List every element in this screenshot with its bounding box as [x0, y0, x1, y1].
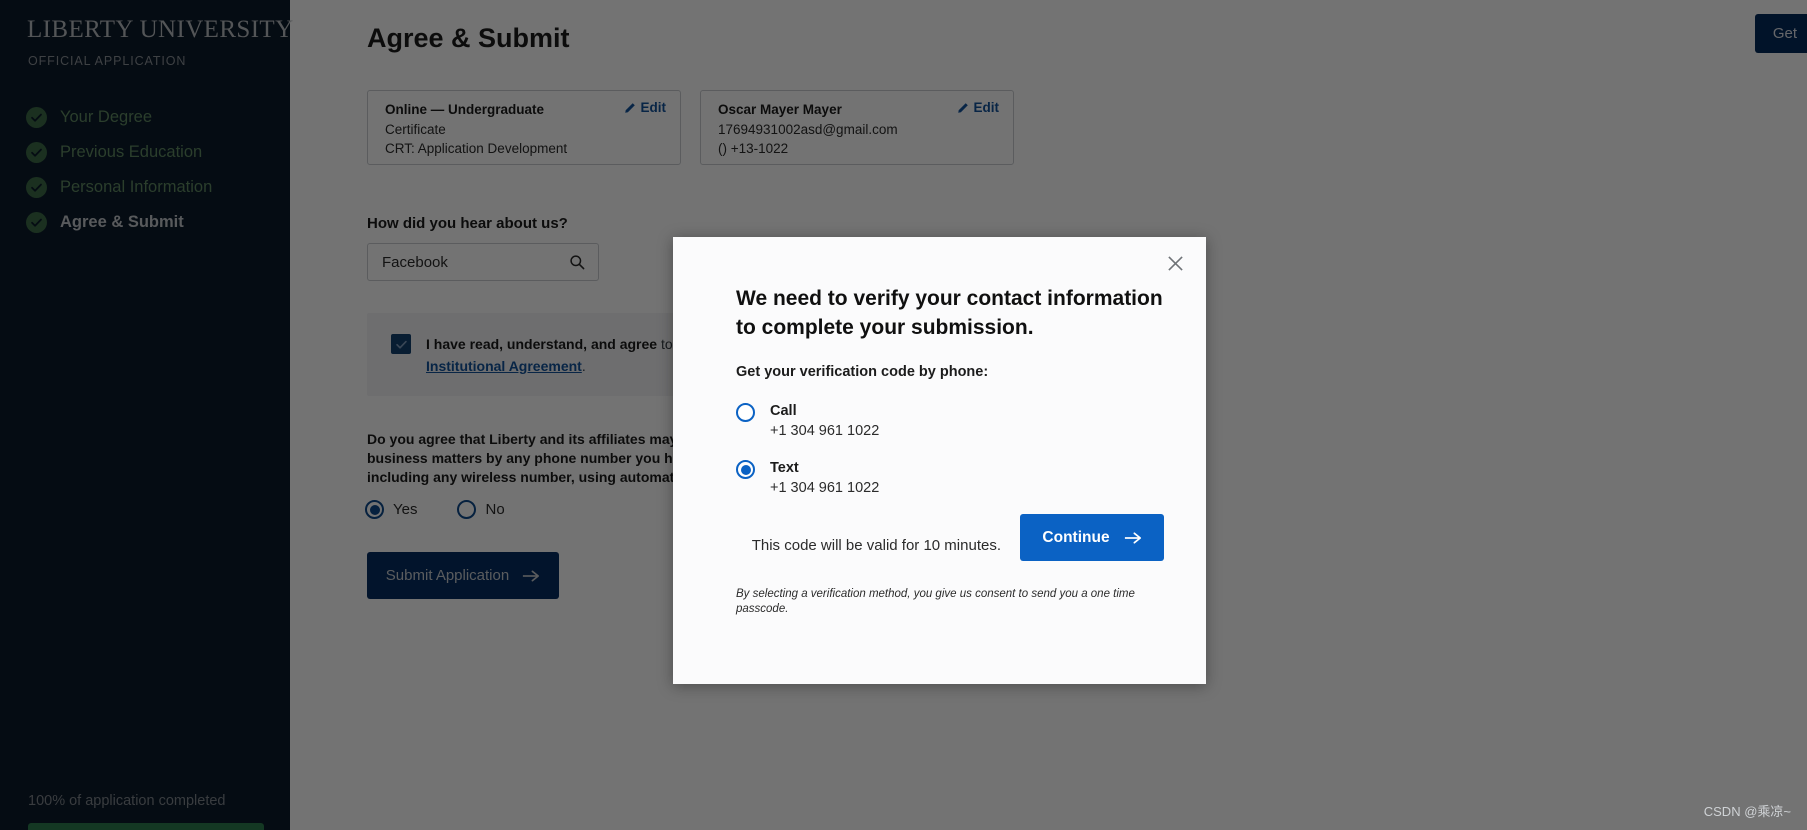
verification-option-call[interactable]: Call +1 304 961 1022 [736, 402, 1156, 442]
verification-modal: We need to verify your contact informati… [673, 237, 1206, 684]
application-page: LIBERTY UNIVERSITY OFFICIAL APPLICATION … [0, 0, 1807, 830]
verification-option-label: Call [770, 403, 797, 419]
continue-button[interactable]: Continue [1020, 514, 1164, 561]
radio-indicator[interactable] [736, 403, 755, 422]
verification-option-phone: +1 304 961 1022 [770, 423, 880, 439]
radio-indicator[interactable] [736, 460, 755, 479]
arrow-right-icon [1124, 531, 1142, 545]
close-icon[interactable] [1162, 250, 1188, 276]
continue-button-label: Continue [1042, 528, 1110, 546]
verification-option-text[interactable]: Text +1 304 961 1022 [736, 459, 1156, 499]
verification-method-group: Call +1 304 961 1022 Text +1 304 961 102… [736, 402, 1156, 516]
modal-footnote: By selecting a verification method, you … [736, 588, 1135, 615]
verification-option-phone: +1 304 961 1022 [770, 480, 880, 496]
code-validity-text: This code will be valid for 10 minutes. [751, 537, 1001, 554]
modal-title: We need to verify your contact informati… [736, 287, 1163, 339]
verification-option-label: Text [770, 460, 799, 476]
watermark: CSDN @乘凉~ [1703, 804, 1791, 819]
modal-subtitle: Get your verification code by phone: [736, 364, 989, 380]
